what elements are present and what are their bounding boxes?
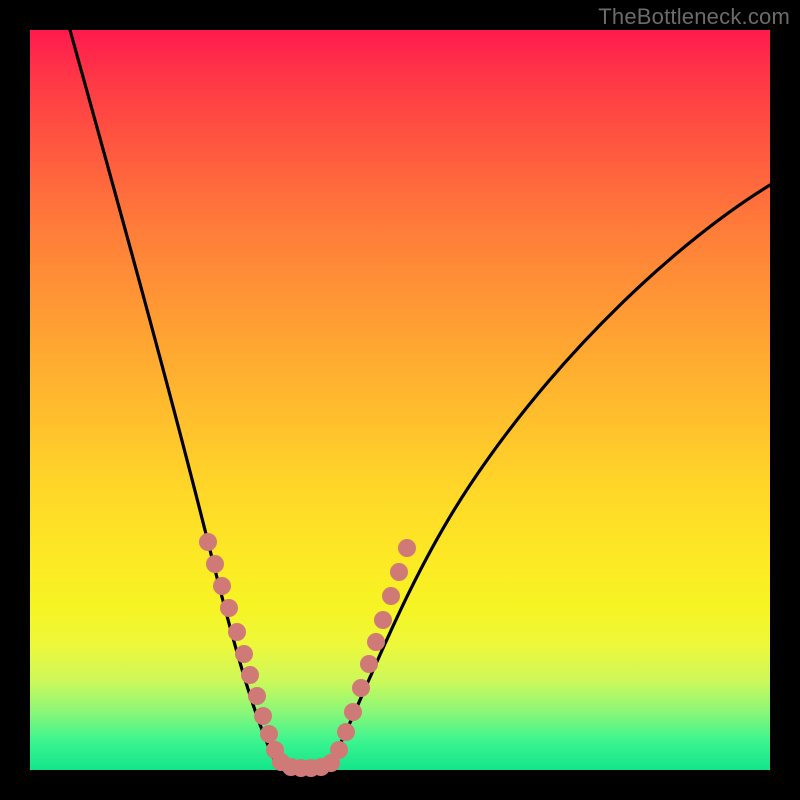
chart-frame: TheBottleneck.com: [0, 0, 800, 800]
data-marker: [260, 725, 278, 743]
data-marker: [248, 687, 266, 705]
data-marker: [330, 741, 348, 759]
data-marker: [382, 587, 400, 605]
data-marker: [337, 723, 355, 741]
watermark-label: TheBottleneck.com: [598, 4, 790, 30]
data-marker: [241, 666, 259, 684]
data-marker: [398, 539, 416, 557]
data-marker: [390, 563, 408, 581]
plot-area: [30, 30, 770, 770]
data-marker: [235, 645, 253, 663]
data-marker: [213, 577, 231, 595]
data-marker: [352, 679, 370, 697]
data-marker: [367, 633, 385, 651]
data-marker: [199, 533, 217, 551]
data-marker: [374, 611, 392, 629]
data-marker: [254, 707, 272, 725]
data-marker: [206, 555, 224, 573]
curve-group: [70, 30, 770, 770]
data-marker: [344, 703, 362, 721]
data-marker: [220, 599, 238, 617]
data-marker: [360, 655, 378, 673]
data-marker: [228, 623, 246, 641]
chart-svg: [30, 30, 770, 770]
right-branch-curve: [328, 185, 770, 768]
marker-group: [199, 533, 416, 777]
